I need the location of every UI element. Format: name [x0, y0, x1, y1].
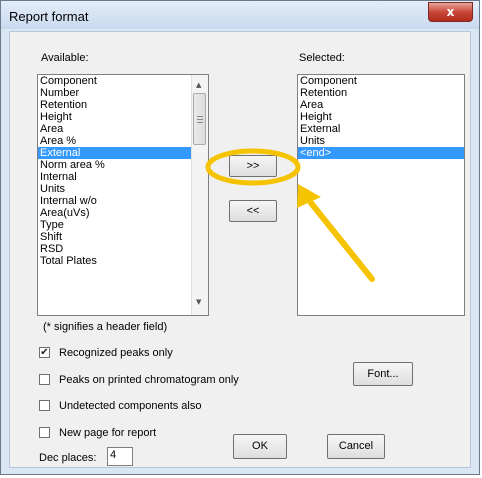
recognized-peaks-checkbox[interactable]: ✔ — [39, 347, 50, 358]
thumb-grip-icon — [197, 116, 203, 117]
available-list-item[interactable]: Shift — [38, 231, 208, 243]
new-page-label: New page for report — [59, 427, 157, 439]
selected-label: Selected: — [299, 52, 345, 64]
add-button[interactable]: >> — [229, 155, 277, 177]
available-label: Available: — [41, 52, 89, 64]
available-list-item[interactable]: Total Plates — [38, 255, 208, 267]
title-bar: Report format x — [1, 1, 479, 29]
available-list-item[interactable]: External — [38, 147, 208, 159]
available-list-item[interactable]: Units — [38, 183, 208, 195]
available-list-item[interactable]: Number — [38, 87, 208, 99]
scroll-up-arrow-icon[interactable]: ▲ — [196, 81, 201, 89]
selected-list-item[interactable]: External — [298, 123, 464, 135]
scroll-down-arrow-icon[interactable]: ▼ — [196, 298, 201, 306]
close-button[interactable]: x — [428, 2, 473, 22]
cancel-button[interactable]: Cancel — [327, 434, 385, 459]
thumb-grip-icon — [197, 119, 203, 120]
selected-list-item[interactable]: Retention — [298, 87, 464, 99]
available-items: Component Number Retention Height Area Area %… — [38, 75, 208, 267]
selected-items: Component Retention Area Height External Unit… — [298, 75, 464, 159]
remove-button[interactable]: << — [229, 200, 277, 222]
dialog-title: Report format — [9, 9, 89, 24]
printed-peaks-label: Peaks on printed chromatogram only — [59, 374, 239, 386]
selected-listbox[interactable]: Component Retention Area Height External Unit… — [297, 74, 465, 316]
report-format-dialog: Report format x Available: Component Numb… — [0, 0, 480, 475]
available-list-item[interactable]: Area % — [38, 135, 208, 147]
available-list-item[interactable]: Type — [38, 219, 208, 231]
dec-places-label: Dec places: — [39, 452, 97, 464]
ok-button[interactable]: OK — [233, 434, 287, 459]
available-list-item[interactable]: Internal — [38, 171, 208, 183]
printed-peaks-checkbox[interactable] — [39, 374, 50, 385]
thumb-grip-icon — [197, 122, 203, 123]
available-list-item[interactable]: Area — [38, 123, 208, 135]
selected-list-item[interactable]: Units — [298, 135, 464, 147]
available-list-item[interactable]: Height — [38, 111, 208, 123]
available-scrollbar[interactable]: ▲ ▼ — [191, 75, 208, 315]
selected-list-item[interactable]: Area — [298, 99, 464, 111]
recognized-peaks-label: Recognized peaks only — [59, 347, 173, 359]
font-button[interactable]: Font... — [353, 362, 413, 386]
available-list-item[interactable]: Norm area % — [38, 159, 208, 171]
undetected-components-checkbox[interactable] — [39, 400, 50, 411]
scroll-thumb[interactable] — [193, 93, 206, 145]
available-list-item[interactable]: RSD — [38, 243, 208, 255]
available-list-item[interactable]: Area(uVs) — [38, 207, 208, 219]
dec-places-input[interactable]: 4 — [107, 447, 133, 466]
available-list-item[interactable]: Internal w/o — [38, 195, 208, 207]
available-list-item[interactable]: Component — [38, 75, 208, 87]
selected-list-item[interactable]: Component — [298, 75, 464, 87]
selected-list-item[interactable]: Height — [298, 111, 464, 123]
available-listbox[interactable]: Component Number Retention Height Area Area %… — [37, 74, 209, 316]
available-list-item[interactable]: Retention — [38, 99, 208, 111]
selected-list-item[interactable]: <end> — [298, 147, 464, 159]
header-field-note: (* signifies a header field) — [43, 321, 168, 333]
undetected-components-label: Undetected components also — [59, 400, 202, 412]
new-page-checkbox[interactable] — [39, 427, 50, 438]
